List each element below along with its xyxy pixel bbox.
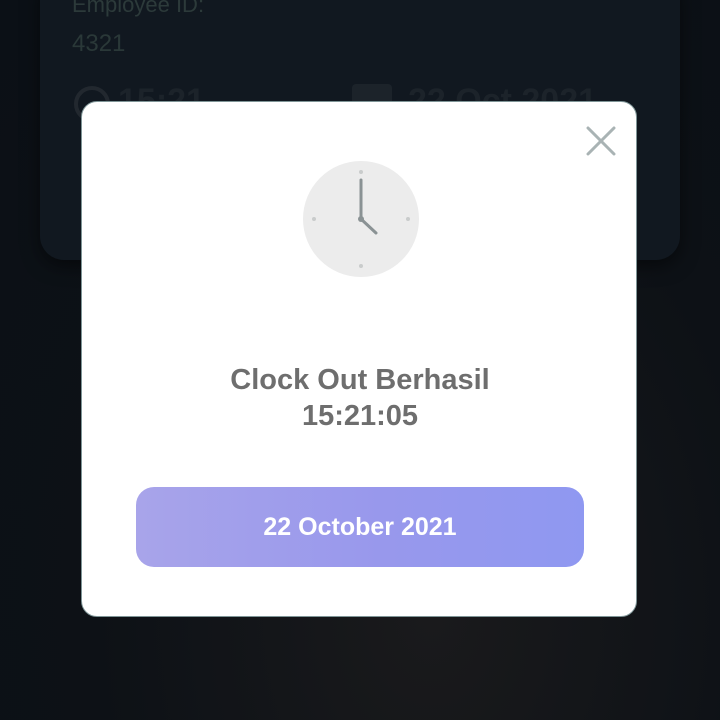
date-button[interactable]: 22 October 2021 — [136, 487, 584, 567]
dialog-title: Clock Out Berhasil — [230, 364, 490, 396]
close-button[interactable] — [582, 122, 620, 160]
background-employee-label: Employee ID: — [72, 0, 205, 17]
clock-out-dialog: Clock Out Berhasil 15:21:05 22 October 2… — [81, 101, 637, 617]
clock-out-time: 15:21:05 — [301, 400, 419, 432]
close-icon[interactable] — [582, 122, 620, 160]
clock-icon — [303, 161, 419, 277]
background-employee-id: 4321 — [72, 30, 126, 57]
